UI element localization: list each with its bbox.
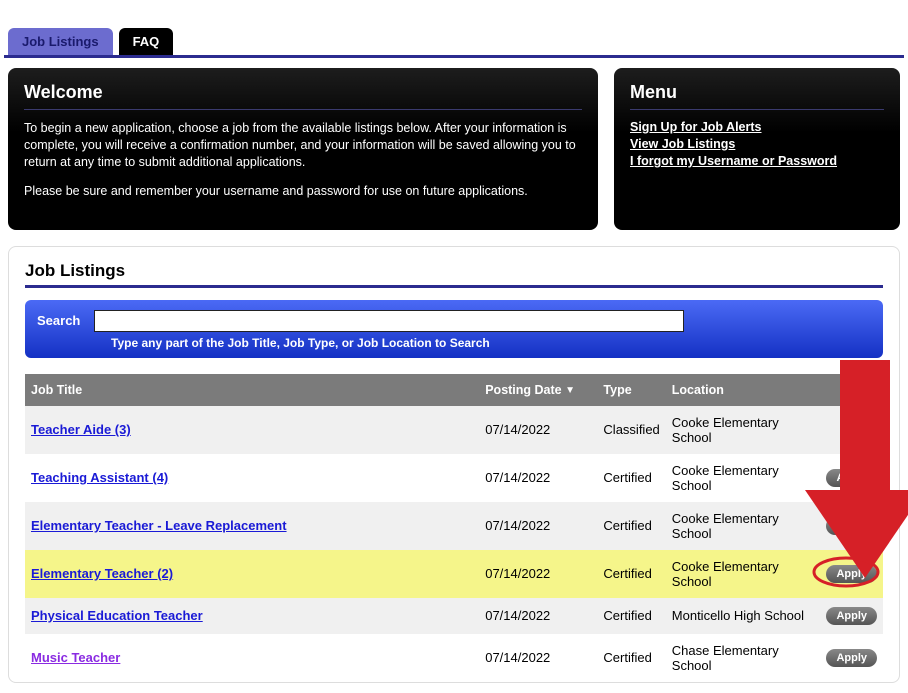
posting-date: 07/14/2022 <box>479 502 597 550</box>
apply-button[interactable]: Apply <box>826 607 877 625</box>
col-header-location[interactable]: Location <box>666 374 821 406</box>
posting-date: 07/14/2022 <box>479 634 597 682</box>
table-row: Music Teacher 07/14/2022CertifiedChase El… <box>25 634 883 682</box>
tab-faq[interactable]: FAQ <box>119 28 174 55</box>
apply-button[interactable]: Apply <box>826 649 877 667</box>
job-type: Certified <box>597 634 665 682</box>
divider <box>24 109 582 110</box>
search-hint: Type any part of the Job Title, Job Type… <box>111 336 871 350</box>
col-header-date-label: Posting Date <box>485 383 561 397</box>
welcome-text-2: Please be sure and remember your usernam… <box>24 183 582 200</box>
table-row: Teacher Aide (3) 07/14/2022ClassifiedCook… <box>25 406 883 454</box>
table-row: Elementary Teacher - Leave Replacement 07… <box>25 502 883 550</box>
col-header-date[interactable]: Posting Date ▼ <box>479 374 597 406</box>
tab-job-listings[interactable]: Job Listings <box>8 28 113 55</box>
welcome-panel: Welcome To begin a new application, choo… <box>8 68 598 230</box>
apply-button[interactable]: Apply <box>826 469 877 487</box>
menu-panel: Menu Sign Up for Job Alerts View Job Lis… <box>614 68 900 230</box>
job-type: Certified <box>597 598 665 634</box>
search-input[interactable] <box>94 310 684 332</box>
job-location: Cooke Elementary School <box>666 502 821 550</box>
job-location: Cooke Elementary School <box>666 550 821 598</box>
col-header-apply <box>820 374 883 406</box>
job-location: Monticello High School <box>666 598 821 634</box>
table-header-row: Job Title Posting Date ▼ Type Location <box>25 374 883 406</box>
listings-table-wrap: Job Title Posting Date ▼ Type Location T… <box>25 374 883 682</box>
posting-date: 07/14/2022 <box>479 550 597 598</box>
job-location: Cooke Elementary School <box>666 454 821 502</box>
posting-date: 07/14/2022 <box>479 598 597 634</box>
divider <box>630 109 884 110</box>
menu-title: Menu <box>630 82 884 103</box>
job-title-link[interactable]: Teacher Aide (3) <box>31 422 131 437</box>
welcome-title: Welcome <box>24 82 582 103</box>
menu-link-forgot-credentials[interactable]: I forgot my Username or Password <box>630 154 884 168</box>
col-header-type[interactable]: Type <box>597 374 665 406</box>
listings-heading: Job Listings <box>25 261 883 281</box>
job-type: Certified <box>597 502 665 550</box>
menu-link-view-listings[interactable]: View Job Listings <box>630 137 884 151</box>
menu-link-signup-alerts[interactable]: Sign Up for Job Alerts <box>630 120 884 134</box>
table-row: Teaching Assistant (4) 07/14/2022Certifie… <box>25 454 883 502</box>
listings-table: Job Title Posting Date ▼ Type Location T… <box>25 374 883 682</box>
apply-button[interactable]: Apply <box>826 517 877 535</box>
tab-bar: Job Listings FAQ <box>4 28 904 58</box>
job-location: Cooke Elementary School <box>666 406 821 454</box>
job-type: Certified <box>597 550 665 598</box>
posting-date: 07/14/2022 <box>479 454 597 502</box>
table-row: Physical Education Teacher 07/14/2022Cert… <box>25 598 883 634</box>
job-title-link[interactable]: Teaching Assistant (4) <box>31 470 168 485</box>
search-bar: Search Type any part of the Job Title, J… <box>25 300 883 358</box>
job-type: Certified <box>597 454 665 502</box>
posting-date: 07/14/2022 <box>479 406 597 454</box>
job-title-link[interactable]: Elementary Teacher (2) <box>31 566 173 581</box>
job-title-link[interactable]: Music Teacher <box>31 650 120 665</box>
search-label: Search <box>37 313 80 328</box>
job-type: Classified <box>597 406 665 454</box>
job-title-link[interactable]: Elementary Teacher - Leave Replacement <box>31 518 287 533</box>
sort-desc-icon: ▼ <box>565 385 575 396</box>
divider <box>25 285 883 288</box>
job-title-link[interactable]: Physical Education Teacher <box>31 608 203 623</box>
job-listings-card: Job Listings Search Type any part of the… <box>8 246 900 683</box>
welcome-text-1: To begin a new application, choose a job… <box>24 120 582 171</box>
table-row: Elementary Teacher (2) 07/14/2022Certifie… <box>25 550 883 598</box>
col-header-title[interactable]: Job Title <box>25 374 479 406</box>
apply-button[interactable]: Apply <box>826 565 877 583</box>
job-location: Chase Elementary School <box>666 634 821 682</box>
